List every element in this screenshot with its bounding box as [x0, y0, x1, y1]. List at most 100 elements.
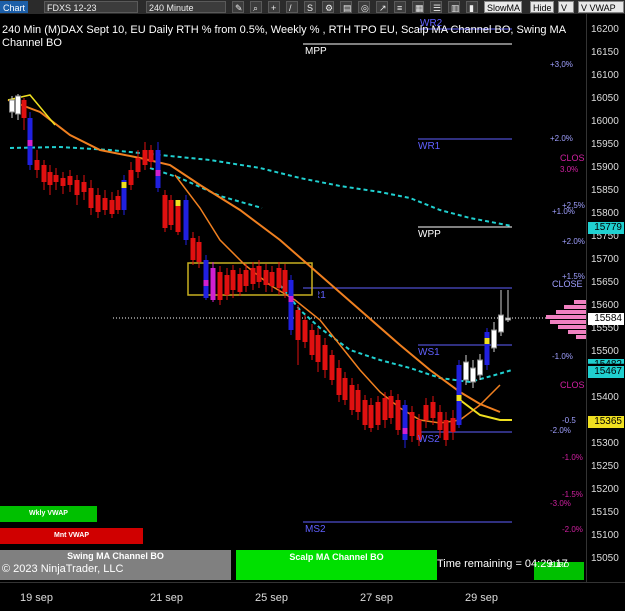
price-tick-label: 15200 — [591, 484, 619, 495]
price-badge-cyan-top: 15779 — [588, 222, 624, 234]
candle-body — [256, 266, 262, 282]
pct-m20b: -2.0% — [562, 525, 583, 534]
candle-body — [109, 200, 115, 214]
candle-highlight — [27, 140, 33, 146]
price-tick-label: 16150 — [591, 47, 619, 58]
price-tick-label: 15100 — [591, 530, 619, 541]
candle-body — [309, 330, 315, 355]
wkly-vwap-button[interactable]: Wkly VWAP — [0, 506, 97, 522]
candle-highlight — [288, 296, 294, 302]
mpp-label: MPP — [305, 46, 327, 57]
candle-body — [67, 176, 73, 185]
candle-body — [142, 150, 148, 165]
candle-body — [409, 412, 415, 436]
mnt-vwap-button[interactable]: Mnt VWAP — [0, 528, 143, 544]
profile-bar — [576, 335, 586, 339]
candle-body — [74, 180, 80, 195]
price-tick-label: 15950 — [591, 139, 619, 150]
price-tick-label: 15500 — [591, 346, 619, 357]
pct-p3b: 3.0% — [560, 165, 579, 174]
price-tick-label: 15050 — [591, 553, 619, 564]
candle-body — [430, 402, 436, 418]
candle-body — [196, 242, 202, 262]
candle-body — [168, 200, 174, 225]
candle-body — [315, 335, 321, 362]
candle-body — [175, 205, 181, 232]
candle-body — [329, 355, 335, 380]
candle-body — [450, 418, 456, 432]
price-badge-yellow: 15365 — [588, 416, 624, 428]
candle-body — [128, 170, 134, 185]
profile-bar — [564, 305, 586, 309]
candle-body — [95, 195, 101, 212]
pct-close: CLOSE — [552, 279, 583, 289]
candle-body — [342, 378, 348, 400]
candle-body — [210, 268, 216, 300]
pct-p3: +3,0% — [550, 60, 573, 69]
pct-m10b: -1.0% — [562, 453, 583, 462]
price-tick-label: 16000 — [591, 116, 619, 127]
candle-body — [276, 268, 282, 288]
candle-highlight — [402, 428, 408, 434]
candle-body — [155, 150, 161, 188]
pct-m15: -1.5% — [562, 490, 583, 499]
candle-body — [477, 359, 483, 376]
x-label-25sep: 25 sep — [255, 592, 289, 604]
candle-body — [382, 398, 388, 420]
time-axis[interactable] — [0, 582, 625, 611]
candle-body — [362, 400, 368, 425]
price-tick-label: 15300 — [591, 438, 619, 449]
price-tick-label: 15700 — [591, 254, 619, 265]
pct-clos2: CLOS — [560, 380, 585, 390]
candle-body — [443, 420, 449, 440]
candle-highlight — [484, 338, 490, 344]
candle-body — [60, 178, 66, 186]
pct-p20b: +2.0% — [562, 237, 585, 246]
scalp-ma-label: Scalp MA Channel BO — [289, 552, 384, 562]
price-tick-label: 15400 — [591, 392, 619, 403]
profile-bar — [574, 300, 586, 304]
candle-body — [47, 172, 53, 185]
yellow-ma — [459, 399, 512, 421]
candle-body — [162, 195, 168, 228]
candle-body — [505, 317, 511, 321]
pct-p2: +2.0% — [550, 134, 573, 143]
wpp-label: WPP — [418, 229, 441, 240]
scalp-ma-channel-panel[interactable]: Scalp MA Channel BO — [236, 550, 437, 580]
copyright-text: © 2023 NinjaTrader, LLC — [2, 563, 124, 575]
candle-body — [243, 270, 249, 286]
candle-body — [15, 95, 21, 115]
profile-bar — [556, 310, 586, 314]
candle-body — [375, 402, 381, 425]
candle-body — [263, 270, 269, 285]
candle-body — [336, 368, 342, 395]
x-label-29sep: 29 sep — [465, 592, 499, 604]
price-tick-label: 16200 — [591, 24, 619, 35]
candle-body — [388, 396, 394, 418]
candle-highlight — [175, 200, 181, 206]
candle-body — [190, 238, 196, 260]
price-tick-label: 15850 — [591, 185, 619, 196]
candle-highlight — [203, 280, 209, 286]
time-remaining: Time remaining = 04:29:17 — [437, 558, 568, 570]
pct-clos1: CLOS — [560, 153, 585, 163]
candle-body — [250, 268, 256, 284]
candle-body — [463, 361, 469, 381]
candle-body — [269, 272, 275, 286]
ms2-label: MS2 — [305, 524, 326, 535]
price-tick-label: 15150 — [591, 507, 619, 518]
candle-body — [81, 182, 87, 192]
candle-body — [21, 100, 27, 118]
candle-body — [368, 405, 374, 428]
pct-m20: -2.0% — [550, 426, 571, 435]
candle-body — [302, 320, 308, 342]
candle-highlight — [155, 170, 161, 176]
candle-body — [102, 198, 108, 210]
candle-body — [288, 280, 294, 330]
ws1-label: WS1 — [418, 347, 440, 358]
candle-body — [423, 405, 429, 420]
candle-body — [217, 272, 223, 300]
candle-body — [437, 412, 443, 430]
price-tick-label: 15650 — [591, 277, 619, 288]
candle-body — [41, 165, 47, 182]
